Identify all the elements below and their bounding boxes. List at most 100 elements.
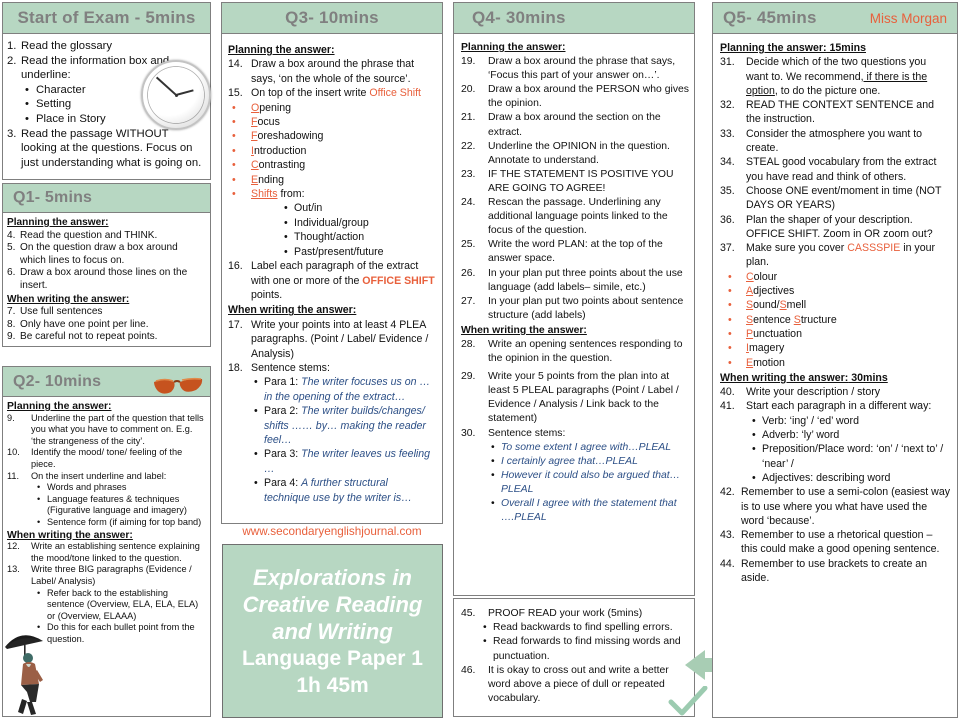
list-item: 8. Only have one point per line. xyxy=(7,319,204,332)
sentence-stem: Para 2: The writer builds/changes/ shift… xyxy=(264,404,436,447)
list-item: 33. Consider the atmosphere you want to c… xyxy=(720,127,951,156)
bullet-text: Out/in xyxy=(294,202,323,215)
list-item: 35. Choose ONE event/moment in time (NOT … xyxy=(720,184,951,213)
item-number: 10. xyxy=(7,447,20,458)
bullet-text: Sentence form (if aiming for top band) xyxy=(47,516,202,527)
writing-duration: 30mins xyxy=(848,371,888,384)
item-number: 35. xyxy=(720,184,735,197)
item-text: Draw a box around the phrase that says, … xyxy=(488,56,676,82)
subheading-text: When writing the answer: xyxy=(720,371,849,384)
subheading-writing: When writing the answer: xyxy=(7,293,130,305)
item-number: 36. xyxy=(720,213,735,226)
item-text: Draw a box around the PERSON who gives t… xyxy=(488,84,689,110)
list-item: • Sound/Smell xyxy=(720,298,951,312)
list-item: • Read backwards to find spelling errors. xyxy=(461,621,689,635)
item-text: Read the glossary xyxy=(21,40,113,52)
item-text: Only have one point per line. xyxy=(20,318,149,330)
stem-text: Overall I agree with the statement that … xyxy=(501,498,677,524)
item-number: 19. xyxy=(461,56,476,68)
list-item: • Para 2: The writer builds/changes/ shif… xyxy=(228,404,436,447)
list-item: 37. Make sure you cover CASSSPIE in your … xyxy=(720,241,951,270)
list-item: • Language features & techniques (Figurat… xyxy=(7,494,204,517)
list-item: • I certainly agree that…PLEAL xyxy=(461,455,689,469)
item-number: 9. xyxy=(7,331,16,343)
acrostic-rest: olour xyxy=(753,270,778,283)
panel-body-q1: Planning the answer: 4. Read the question… xyxy=(2,213,211,347)
sentence-stem: Para 1: The writer focuses us on … in th… xyxy=(264,375,436,404)
item-number: 5. xyxy=(7,242,16,254)
list-item: • Contrasting xyxy=(228,158,436,172)
stem-label: Para 2: xyxy=(264,405,302,418)
panel-title-q5: Q5- 45mins xyxy=(723,8,817,27)
website-url[interactable]: www.secondaryenglishjournal.com xyxy=(221,525,443,538)
item-text: Write an establishing sentence explainin… xyxy=(31,541,200,563)
list-item: • Introduction xyxy=(228,144,436,158)
acrostic-letter-2: S xyxy=(793,313,801,326)
subheading-planning: Planning the answer: xyxy=(7,401,112,412)
list-item: 6. Draw a box around those lines on the i… xyxy=(7,267,204,292)
list-item: 22. Underline the OPINION in the question… xyxy=(461,140,689,168)
stem-label: Para 4: xyxy=(264,477,302,490)
bullet-text: Do this for each bullet point from the q… xyxy=(47,622,195,644)
list-item: 40. Write your description / story xyxy=(720,385,951,399)
item-text: Underline the part of the question that … xyxy=(31,412,204,446)
list-item: 32. READ THE CONTEXT SENTENCE and the ins… xyxy=(720,98,951,127)
item-text-b: , to do the picture one. xyxy=(774,84,881,97)
item-text: Draw a box around those lines on the ins… xyxy=(20,267,188,291)
item-number: 16. xyxy=(228,260,243,273)
list-item: • Emotion xyxy=(720,356,951,370)
list-item: • Sentence Structure xyxy=(720,313,951,327)
item-text: Rescan the passage. Underlining any addi… xyxy=(488,197,668,237)
item-text: Remember to use brackets to create an as… xyxy=(741,557,928,584)
title-line-5: 1h 45m xyxy=(296,673,369,697)
item-number: 24. xyxy=(461,197,476,209)
item-number: 3. xyxy=(7,127,17,140)
acrostic-line: Shifts from: xyxy=(251,187,436,201)
acrostic-rest: motion xyxy=(753,356,785,369)
item-text: Write three BIG paragraphs (Evidence / L… xyxy=(31,564,192,586)
acrostic-line: Introduction xyxy=(251,144,436,158)
acrostic-rest: pening xyxy=(259,101,292,114)
list-item: 28. Write an opening sentences responding… xyxy=(461,338,689,366)
list-item: • Words and phrases xyxy=(7,482,204,494)
list-item: • Refer back to the establishing sentence… xyxy=(7,588,204,623)
list-item: • Past/present/future xyxy=(228,245,436,259)
item-number: 28. xyxy=(461,338,476,350)
item-text: PROOF READ your work (5mins) xyxy=(488,608,643,619)
bullet-text: Language features & techniques (Figurati… xyxy=(47,493,187,516)
wall-clock-image xyxy=(141,60,211,130)
item-text-prefix: On top of the insert write xyxy=(251,87,370,100)
subheading-writing: When writing the answer: xyxy=(228,304,357,317)
item-text: Decide which of the two questions you wa… xyxy=(746,55,951,98)
item-number: 37. xyxy=(720,242,735,255)
item-number: 15. xyxy=(228,87,243,100)
item-number: 30. xyxy=(461,427,476,439)
list-item: 3. Read the passage WITHOUT looking at t… xyxy=(7,127,204,171)
item-text: Write the word PLAN: at the top of the a… xyxy=(488,239,663,265)
keyword-office-shift: Office Shift xyxy=(369,87,421,100)
acrostic-line: Emotion xyxy=(746,356,951,370)
item-text: READ THE CONTEXT SENTENCE and the instru… xyxy=(746,99,934,126)
acrostic-line: Colour xyxy=(746,270,951,284)
bullet-text: Thought/action xyxy=(294,231,365,244)
revision-poster: Start of Exam - 5mins 1. Read the glossa… xyxy=(0,0,960,720)
keyword-cassspie: CASSSPIE xyxy=(847,242,901,255)
item-text: Read the question and THINK. xyxy=(20,229,158,241)
bullet-text: Adjectives: describing word xyxy=(762,471,891,484)
panel-body-proof: 45. PROOF READ your work (5mins) • Read ba… xyxy=(453,598,695,717)
bullet-text: Refer back to the establishing sentence … xyxy=(47,587,199,621)
acrostic-rest: ontrasting xyxy=(258,159,306,172)
item-text: Choose ONE event/moment in time (NOT DAY… xyxy=(746,184,942,212)
list-item: 45. PROOF READ your work (5mins) xyxy=(461,607,689,621)
list-item: 10. Identify the mood/ tone/ feeling of t… xyxy=(7,447,204,470)
item-text-prefix: Make sure you cover xyxy=(746,242,848,255)
acrostic-rest: ntroduction xyxy=(253,144,307,157)
subheading-writing: When writing the answer: 30mins xyxy=(720,371,951,385)
subheading-writing: When writing the answer: xyxy=(7,529,133,541)
item-number: 22. xyxy=(461,140,476,152)
title-line-4: Language Paper 1 xyxy=(242,646,423,670)
stem-text: However it could also be argued that…PLE… xyxy=(501,469,681,495)
item-number: 46. xyxy=(461,664,476,676)
item-text: Write your points into at least 4 PLEA p… xyxy=(251,318,429,360)
list-item: 29. Write your 5 points from the plan int… xyxy=(461,370,689,426)
